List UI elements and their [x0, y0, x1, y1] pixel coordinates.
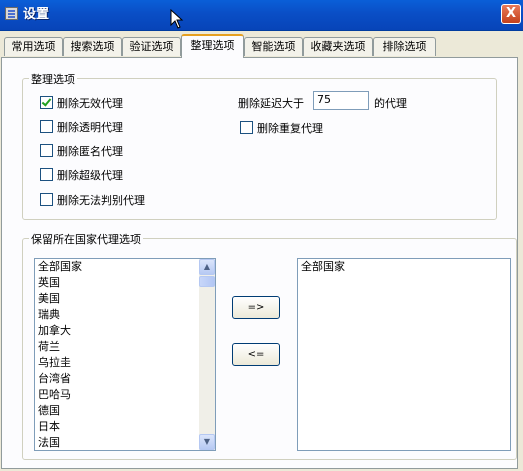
checkbox-box[interactable] [40, 119, 53, 133]
available-countries-list[interactable]: 全部国家 英国 美国 瑞典 加拿大 荷兰 乌拉圭 台湾省 巴哈马 德国 日本 法… [34, 258, 216, 451]
list-item[interactable]: 荷兰 [35, 339, 215, 355]
selected-countries-list[interactable]: 全部国家 [297, 258, 511, 451]
checkbox-label: 删除无法判别代理 [57, 194, 145, 207]
list-item[interactable]: 美国 [35, 291, 215, 307]
checkbox-remove-transparent[interactable]: 删除透明代理 [40, 119, 123, 134]
country-group-label: 保留所在国家代理选项 [29, 231, 143, 247]
list-item[interactable]: 日本 [35, 419, 215, 435]
checkbox-box[interactable] [40, 167, 53, 181]
checkbox-remove-elite[interactable]: 删除超级代理 [40, 167, 123, 182]
delay-threshold-input[interactable]: 75 [313, 91, 369, 110]
checkbox-remove-unknown[interactable]: 删除无法判别代理 [40, 192, 145, 207]
tab-bar: 常用选项 搜索选项 验证选项 整理选项 智能选项 收藏夹选项 排除选项 [0, 34, 523, 58]
title-bar[interactable]: 设置 X [0, 0, 523, 31]
checkbox-label: 删除匿名代理 [57, 145, 123, 158]
list-item[interactable]: 乌拉圭 [35, 355, 215, 371]
list-item[interactable]: 加拿大 [35, 323, 215, 339]
checkbox-box[interactable] [40, 143, 53, 157]
tab-favorites[interactable]: 收藏夹选项 [303, 37, 373, 56]
list-item[interactable]: 瑞典 [35, 307, 215, 323]
close-button[interactable]: X [501, 4, 521, 24]
tab-exclude[interactable]: 排除选项 [373, 37, 436, 56]
checkbox-remove-anonymous[interactable]: 删除匿名代理 [40, 143, 123, 158]
add-country-button[interactable]: => [232, 296, 280, 319]
list-item[interactable]: 法国 [35, 435, 215, 450]
remove-country-button[interactable]: <= [232, 343, 280, 366]
scroll-thumb[interactable] [199, 276, 215, 287]
checkbox-box[interactable] [40, 192, 53, 206]
tab-panel: 整理选项 删除无效代理 删除透明代理 删除匿名代理 删除超级代理 删除无法判别代… [1, 57, 518, 469]
checkbox-remove-invalid[interactable]: 删除无效代理 [40, 95, 123, 110]
window-title: 设置 [23, 7, 50, 22]
list-item[interactable]: 全部国家 [298, 259, 510, 275]
delay-suffix-label: 的代理 [374, 97, 407, 110]
tab-verify[interactable]: 验证选项 [122, 37, 181, 56]
scroll-up-icon[interactable]: ▲ [199, 259, 215, 275]
list-item[interactable]: 巴哈马 [35, 387, 215, 403]
tab-smart[interactable]: 智能选项 [244, 37, 303, 56]
list-item[interactable]: 台湾省 [35, 371, 215, 387]
scroll-down-icon[interactable]: ▼ [199, 434, 215, 450]
list-item[interactable]: 英国 [35, 275, 215, 291]
mouse-cursor-icon [170, 9, 184, 29]
checkbox-box[interactable] [240, 120, 253, 134]
app-icon [5, 7, 18, 20]
cleanup-group-label: 整理选项 [29, 71, 77, 87]
tab-cleanup[interactable]: 整理选项 [181, 34, 244, 58]
checkbox-label: 删除重复代理 [257, 122, 323, 135]
tab-search[interactable]: 搜索选项 [63, 37, 122, 56]
delay-prefix-label: 删除延迟大于 [238, 97, 304, 110]
checkbox-label: 删除超级代理 [57, 169, 123, 182]
checkbox-remove-duplicate[interactable]: 删除重复代理 [240, 120, 323, 135]
list-item[interactable]: 全部国家 [35, 259, 215, 275]
checkbox-label: 删除透明代理 [57, 121, 123, 134]
tab-general[interactable]: 常用选项 [4, 37, 63, 56]
checkbox-label: 删除无效代理 [57, 97, 123, 110]
list-item[interactable]: 德国 [35, 403, 215, 419]
checkbox-box[interactable] [40, 95, 53, 109]
list-scrollbar[interactable]: ▲ ▼ [199, 259, 215, 450]
